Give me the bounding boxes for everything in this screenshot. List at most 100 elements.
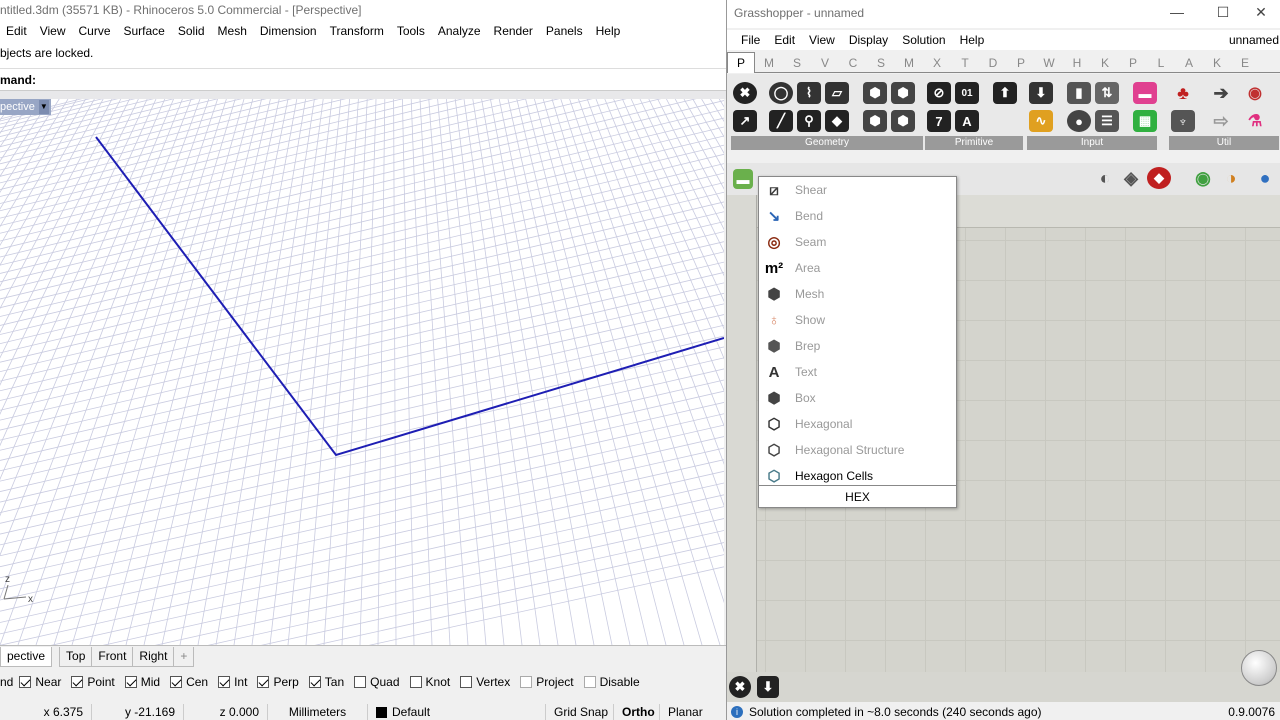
search-result-hexagonal-structure[interactable]: ⬡ Hexagonal Structure bbox=[759, 437, 956, 463]
galapagos-icon[interactable]: ◉ bbox=[1243, 82, 1267, 104]
osnap-mid-checkbox[interactable] bbox=[124, 676, 137, 688]
ribbon-label-primitive[interactable]: Primitive bbox=[925, 136, 1023, 150]
tab-sets[interactable]: S bbox=[783, 53, 811, 73]
tab-top[interactable]: Top bbox=[59, 646, 93, 667]
navigation-compass-icon[interactable] bbox=[1241, 650, 1277, 686]
menu-edit[interactable]: Edit bbox=[6, 24, 27, 38]
bake-icon[interactable]: ◉ bbox=[1191, 167, 1215, 189]
osnap-disable[interactable]: Disable bbox=[583, 675, 640, 689]
gh-menu-help[interactable]: Help bbox=[960, 33, 985, 47]
boolean-icon[interactable]: ⊘ bbox=[927, 82, 951, 104]
point-icon[interactable]: ↗ bbox=[733, 110, 757, 132]
search-input[interactable] bbox=[759, 485, 956, 507]
geometry-widget-icon[interactable]: ✖ bbox=[729, 676, 751, 698]
brep-param-icon[interactable]: ⬢ bbox=[863, 82, 887, 104]
line-icon[interactable]: ╱ bbox=[769, 110, 793, 132]
menu-view[interactable]: View bbox=[40, 24, 66, 38]
import-icon[interactable]: ⬇ bbox=[1029, 82, 1053, 104]
data-path-icon[interactable]: ⬆ bbox=[993, 82, 1017, 104]
planar-toggle[interactable]: Planar bbox=[660, 704, 718, 720]
osnap-project[interactable]: Project bbox=[520, 675, 574, 689]
maximize-button[interactable]: ☐ bbox=[1203, 0, 1243, 26]
menu-help[interactable]: Help bbox=[596, 24, 621, 38]
gh-menu-file[interactable]: File bbox=[741, 33, 760, 47]
button-param-icon[interactable]: ● bbox=[1067, 110, 1091, 132]
tab-mesh[interactable]: M bbox=[895, 53, 923, 73]
sphere-icon[interactable]: ● bbox=[1253, 167, 1277, 189]
osnap-perp[interactable]: Perp bbox=[257, 675, 299, 689]
vector-icon[interactable]: ◆ bbox=[825, 110, 849, 132]
menu-render[interactable]: Render bbox=[494, 24, 533, 38]
cluster-icon[interactable]: ♆ bbox=[1171, 110, 1195, 132]
arrow-icon[interactable]: ➔ bbox=[1209, 82, 1233, 104]
tab-a[interactable]: A bbox=[1175, 53, 1203, 73]
status-layer[interactable]: Default bbox=[368, 704, 546, 720]
osnap-cen[interactable]: Cen bbox=[170, 675, 208, 689]
add-viewport-tab-button[interactable]: + bbox=[173, 646, 195, 667]
osnap-point[interactable]: Point bbox=[71, 675, 115, 689]
plane-icon[interactable]: ⚲ bbox=[797, 110, 821, 132]
gradient-icon[interactable]: ▬ bbox=[1133, 82, 1157, 104]
osnap-int-checkbox[interactable] bbox=[218, 676, 231, 688]
tab-right[interactable]: Right bbox=[132, 646, 175, 667]
tab-intersect[interactable]: X bbox=[923, 53, 951, 73]
ribbon-label-input[interactable]: Input bbox=[1027, 136, 1157, 150]
text-param-icon[interactable]: A bbox=[955, 110, 979, 132]
menu-curve[interactable]: Curve bbox=[78, 24, 110, 38]
osnap-vertex-checkbox[interactable] bbox=[460, 676, 473, 688]
field-icon[interactable]: ⬢ bbox=[891, 110, 915, 132]
osnap-project-checkbox[interactable] bbox=[520, 676, 533, 688]
osnap-knot-checkbox[interactable] bbox=[409, 676, 422, 688]
tab-params[interactable]: P bbox=[727, 52, 755, 73]
tab-curve[interactable]: C bbox=[839, 53, 867, 73]
flask-icon[interactable]: ⚗ bbox=[1243, 110, 1267, 132]
close-button[interactable]: ✕ bbox=[1241, 0, 1280, 26]
tab-k[interactable]: K bbox=[1091, 53, 1119, 73]
osnap-mid[interactable]: Mid bbox=[124, 675, 160, 689]
integer-icon[interactable]: 01 bbox=[955, 82, 979, 104]
tab-w[interactable]: W bbox=[1035, 53, 1063, 73]
search-result-mesh[interactable]: ⬢ Mesh bbox=[759, 281, 956, 307]
gh-menu-solution[interactable]: Solution bbox=[902, 33, 945, 47]
menu-tools[interactable]: Tools bbox=[397, 24, 425, 38]
grid-snap-toggle[interactable]: Grid Snap bbox=[546, 704, 614, 720]
search-result-text[interactable]: A Text bbox=[759, 359, 956, 385]
box-param-icon[interactable]: ⬢ bbox=[863, 110, 887, 132]
cherry-picker-icon[interactable]: ♣ bbox=[1171, 82, 1195, 104]
gh-menu-display[interactable]: Display bbox=[849, 33, 888, 47]
osnap-near-checkbox[interactable] bbox=[19, 676, 32, 688]
document-name[interactable]: unnamed bbox=[1229, 33, 1279, 47]
material-icon[interactable]: ◑ bbox=[1219, 167, 1243, 189]
osnap-vertex[interactable]: Vertex bbox=[460, 675, 510, 689]
value-list-icon[interactable]: ☰ bbox=[1095, 110, 1119, 132]
osnap-cen-checkbox[interactable] bbox=[170, 676, 183, 688]
slider-icon[interactable]: ▮ bbox=[1067, 82, 1091, 104]
import-widget-icon[interactable]: ⬇ bbox=[757, 676, 779, 698]
search-result-box[interactable]: ⬢ Box bbox=[759, 385, 956, 411]
menu-transform[interactable]: Transform bbox=[330, 24, 384, 38]
search-result-area[interactable]: m² Area bbox=[759, 255, 956, 281]
osnap-int[interactable]: Int bbox=[218, 675, 247, 689]
tab-vector[interactable]: V bbox=[811, 53, 839, 73]
tab-maths[interactable]: M bbox=[755, 53, 783, 73]
menu-surface[interactable]: Surface bbox=[124, 24, 165, 38]
minimize-button[interactable]: — bbox=[1157, 0, 1197, 26]
tab-e[interactable]: E bbox=[1231, 53, 1259, 73]
search-result-shear[interactable]: ⧄ Shear bbox=[759, 177, 956, 203]
tab-k-2[interactable]: K bbox=[1203, 53, 1231, 73]
graph-mapper-icon[interactable]: ∿ bbox=[1029, 110, 1053, 132]
tab-l[interactable]: L bbox=[1147, 53, 1175, 73]
osnap-point-checkbox[interactable] bbox=[71, 676, 84, 688]
menu-dimension[interactable]: Dimension bbox=[260, 24, 317, 38]
gh-menu-view[interactable]: View bbox=[809, 33, 835, 47]
osnap-quad-checkbox[interactable] bbox=[354, 676, 367, 688]
menu-solid[interactable]: Solid bbox=[178, 24, 205, 38]
preview-shaded-icon[interactable]: ◐ bbox=[1093, 167, 1117, 189]
tab-surface[interactable]: S bbox=[867, 53, 895, 73]
curve-icon[interactable]: ⌇ bbox=[797, 82, 821, 104]
osnap-tan[interactable]: Tan bbox=[308, 675, 344, 689]
tab-front[interactable]: Front bbox=[91, 646, 134, 667]
osnap-tan-checkbox[interactable] bbox=[308, 676, 321, 688]
tab-transform[interactable]: T bbox=[951, 53, 979, 73]
geometry-icon[interactable]: ✖ bbox=[733, 82, 757, 104]
